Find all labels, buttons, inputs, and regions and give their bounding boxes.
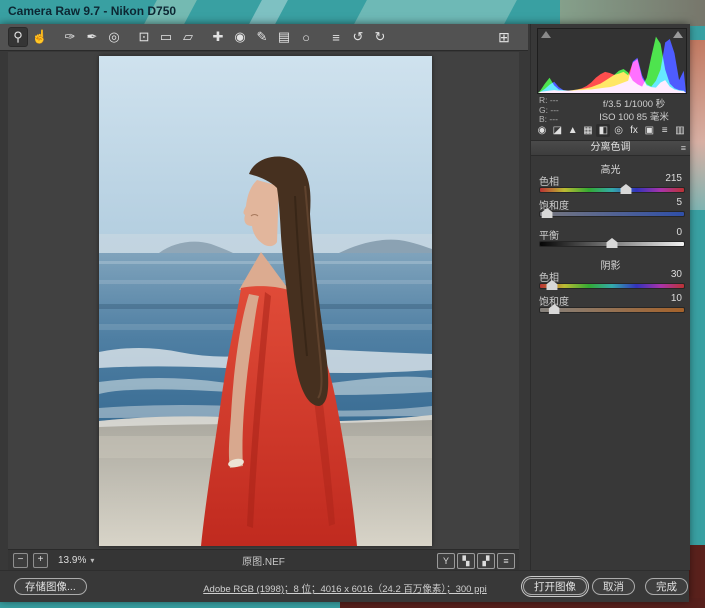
preferences-tool-icon[interactable]: ≡ (326, 27, 346, 47)
highlights-hue-slider[interactable] (539, 187, 685, 193)
spot-removal-tool-icon[interactable]: ✚ (208, 27, 228, 47)
light-ray (353, 0, 517, 26)
swap-before-after-button[interactable]: ▚ (457, 553, 475, 569)
balance-value[interactable]: 0 (676, 227, 682, 238)
rgb-readout: R: --- G: --- B: --- (539, 96, 559, 125)
color-sampler-tool-icon[interactable]: ✒ (82, 27, 102, 47)
camera-calibration-tab-icon[interactable]: ▣ (642, 124, 656, 137)
preview-area[interactable] (8, 52, 519, 549)
transform-tool-icon[interactable]: ▱ (178, 27, 198, 47)
snapshots-tab-icon[interactable]: ▥ (673, 124, 687, 137)
basic-tab-icon[interactable]: ◉ (535, 124, 549, 137)
cancel-button[interactable]: 取消 (592, 578, 635, 595)
panel-title: 分离色调 ≡ (531, 140, 690, 156)
open-image-button[interactable]: 打开图像 (523, 578, 587, 595)
exif-info: f/3.5 1/1000 秒 ISO 100 85 毫米 (583, 98, 685, 124)
radial-filter-tool-icon[interactable]: ○ (296, 27, 316, 47)
hsl-grayscale-tab-icon[interactable]: ▦ (581, 124, 595, 137)
balance-slider[interactable] (539, 241, 685, 247)
split-toning-tab-icon[interactable]: ◧ (596, 124, 610, 137)
adjustment-brush-tool-icon[interactable]: ✎ (252, 27, 272, 47)
red-eye-tool-icon[interactable]: ◉ (230, 27, 250, 47)
light-ray (248, 0, 288, 26)
save-image-button[interactable]: 存储图像... (14, 578, 87, 595)
highlights-saturation-value[interactable]: 5 (676, 197, 682, 208)
done-button[interactable]: 完成 (645, 578, 688, 595)
effects-tab-icon[interactable]: fx (627, 124, 641, 137)
rotate-left-tool-icon[interactable]: ↺ (348, 27, 368, 47)
straighten-tool-icon[interactable]: ▭ (156, 27, 176, 47)
balance-label: 平衡 (539, 227, 559, 242)
panel-menu-icon[interactable]: ≡ (681, 141, 686, 155)
window-title: Camera Raw 9.7 - Nikon D750 (8, 4, 176, 18)
shadows-saturation-slider[interactable] (539, 307, 685, 313)
shadows-hue-slider[interactable] (539, 283, 685, 289)
tone-curve-tab-icon[interactable]: ◪ (550, 124, 564, 137)
targeted-adjustment-tool-icon[interactable]: ◎ (104, 27, 124, 47)
highlights-hue-value[interactable]: 215 (665, 173, 682, 184)
wallpaper-sand-patch (560, 0, 705, 26)
hand-tool-icon[interactable]: ☝ (30, 27, 50, 47)
slider-handle[interactable] (607, 238, 618, 248)
slider-handle[interactable] (620, 184, 631, 194)
crop-tool-icon[interactable]: ⊡ (134, 27, 154, 47)
rotate-right-tool-icon[interactable]: ↻ (370, 27, 390, 47)
highlights-saturation-label: 饱和度 (539, 197, 569, 212)
lens-corrections-tab-icon[interactable]: ◎ (612, 124, 626, 137)
before-after-toggle-button[interactable]: Y (437, 553, 455, 569)
histogram (537, 28, 687, 94)
toolbar: ⚲ ☝ ✑ ✒ ◎ ⊡ ▭ ▱ ✚ ◉ ✎ ▤ ○ ≡ ↺ ↻ ⊞ (0, 24, 528, 51)
shadow-clipping-indicator[interactable] (541, 31, 551, 38)
shadows-hue-label: 色相 (539, 269, 559, 284)
fullscreen-toggle-icon[interactable]: ⊞ (494, 27, 514, 47)
highlights-hue-label: 色相 (539, 173, 559, 188)
preview-menu-button[interactable]: ≡ (497, 553, 515, 569)
graduated-filter-tool-icon[interactable]: ▤ (274, 27, 294, 47)
camera-raw-dialog: ⚲ ☝ ✑ ✒ ◎ ⊡ ▭ ▱ ✚ ◉ ✎ ▤ ○ ≡ ↺ ↻ ⊞ (0, 24, 689, 601)
white-balance-tool-icon[interactable]: ✑ (60, 27, 80, 47)
presets-tab-icon[interactable]: ≡ (658, 124, 672, 137)
shadows-saturation-value[interactable]: 10 (671, 293, 682, 304)
detail-tab-icon[interactable]: ▲ (566, 124, 580, 137)
dialog-bottom-bar: 存储图像... Adobe RGB (1998)；8 位；4016 x 6016… (0, 570, 689, 602)
preview-status-bar: − + 13.9% ▾ 原图.NEF Y ▚ ▞ ≡ (8, 549, 519, 571)
wallpaper-pink-patch (689, 40, 705, 210)
highlights-saturation-slider[interactable] (539, 211, 685, 217)
zoom-tool-icon[interactable]: ⚲ (8, 27, 28, 47)
adjustments-panel: R: --- G: --- B: --- f/3.5 1/1000 秒 ISO … (530, 24, 690, 570)
shadows-hue-value[interactable]: 30 (671, 269, 682, 280)
copy-settings-button[interactable]: ▞ (477, 553, 495, 569)
highlight-clipping-indicator[interactable] (673, 31, 683, 38)
photo-preview (99, 56, 432, 546)
panel-tabs: ◉ ◪ ▲ ▦ ◧ ◎ fx ▣ ≡ ▥ (535, 124, 687, 137)
workflow-options-link[interactable]: Adobe RGB (1998)；8 位；4016 x 6016（24.2 百万… (150, 581, 540, 595)
